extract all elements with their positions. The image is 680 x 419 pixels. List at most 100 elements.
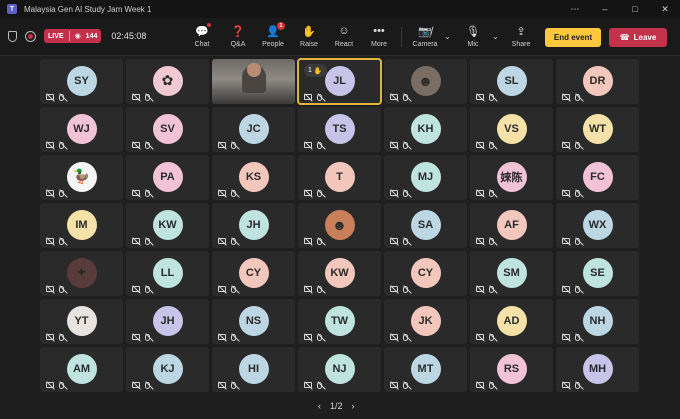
participant-tile[interactable]: KW [126, 203, 209, 248]
qa-button[interactable]: ❓ Q&A [220, 23, 256, 53]
participant-tile[interactable]: KW [298, 251, 381, 296]
participant-tile[interactable]: NJ [298, 347, 381, 392]
camera-options-chevron-icon[interactable]: ⌄ [444, 32, 451, 41]
mic-off-icon [487, 380, 498, 390]
participant-tile[interactable]: ☻ [298, 203, 381, 248]
photo-avatar-icon: ☻ [410, 65, 441, 96]
people-button[interactable]: 👤 1 People [255, 22, 291, 53]
tile-status-icons [389, 284, 412, 294]
participant-tile[interactable]: NS [212, 299, 295, 344]
participant-tile[interactable]: KH [384, 107, 467, 152]
chevron-right-icon[interactable]: › [352, 401, 355, 411]
participant-tile[interactable]: DR [556, 59, 639, 104]
maximize-button[interactable]: □ [620, 0, 650, 18]
shield-icon[interactable] [8, 30, 17, 42]
participant-tile[interactable]: YT [40, 299, 123, 344]
participant-tile[interactable]: AF [470, 203, 553, 248]
mic-off-icon [229, 236, 240, 246]
participant-tile[interactable]: SL [470, 59, 553, 104]
participant-tile[interactable]: AD [470, 299, 553, 344]
participant-tile[interactable]: NH [556, 299, 639, 344]
participant-tile[interactable]: JH [126, 299, 209, 344]
chat-button[interactable]: 💬 Chat [184, 23, 220, 53]
participant-tile[interactable]: RS [470, 347, 553, 392]
participant-tile[interactable]: WJ [40, 107, 123, 152]
camera-off-icon: 📷̸ [418, 25, 432, 38]
participant-tile[interactable]: KJ [126, 347, 209, 392]
participant-tile[interactable]: JK [384, 299, 467, 344]
participant-tile[interactable]: CY [212, 251, 295, 296]
people-badge: 1 [276, 22, 285, 30]
tile-status-icons [131, 380, 154, 390]
window-title: Malaysia Gen AI Study Jam Week 1 [24, 4, 152, 14]
more-options-icon[interactable]: ⋯ [560, 0, 590, 18]
participant-tile[interactable]: JL 1 ✋ [297, 58, 382, 105]
participant-tile[interactable]: SM [470, 251, 553, 296]
camera-off-icon [303, 285, 313, 294]
minimize-button[interactable]: – [590, 0, 620, 18]
participant-tile[interactable]: JH [212, 203, 295, 248]
participant-tile[interactable]: CY [384, 251, 467, 296]
participant-tile[interactable]: WT [556, 107, 639, 152]
participant-tile[interactable]: T [298, 155, 381, 200]
leave-button[interactable]: ☎ Leave [609, 28, 667, 47]
participant-tile[interactable]: TW [298, 299, 381, 344]
participant-tile[interactable]: ☻ [384, 59, 467, 104]
tile-status-icons [45, 380, 68, 390]
react-button[interactable]: ☺ React [326, 23, 362, 53]
participant-tile[interactable]: 🦆 [40, 155, 123, 200]
participant-tile[interactable]: SY [40, 59, 123, 104]
participant-tile[interactable]: ✦ [40, 251, 123, 296]
mic-off-icon [487, 140, 498, 150]
participant-tile[interactable]: PA [126, 155, 209, 200]
participant-tile[interactable]: MJ [384, 155, 467, 200]
participant-tile[interactable]: SV [126, 107, 209, 152]
tile-status-icons [303, 140, 326, 150]
mic-off-icon [57, 92, 68, 102]
hand-icon: ✋ [313, 67, 323, 75]
recording-icon[interactable] [25, 30, 36, 42]
participant-tile[interactable]: JC [212, 107, 295, 152]
tile-status-icons [475, 92, 498, 102]
meeting-timer: 02:45:08 [111, 31, 147, 41]
tile-status-icons [217, 236, 240, 246]
chevron-left-icon[interactable]: ‹ [318, 401, 321, 411]
participant-tile[interactable]: MH [556, 347, 639, 392]
mic-off-icon [315, 332, 326, 342]
close-button[interactable]: ✕ [650, 0, 680, 18]
participant-tile[interactable]: TS [298, 107, 381, 152]
raise-hand-button[interactable]: ✋ Raise [291, 23, 327, 53]
participant-tile[interactable]: ✿ [126, 59, 209, 104]
share-button[interactable]: ⇪ Share [503, 23, 539, 53]
raised-hand-indicator: 1 ✋ [304, 64, 327, 77]
meeting-status: LIVE ◉ 144 02:45:08 [8, 29, 146, 43]
camera-off-icon [475, 333, 485, 342]
window-controls: ⋯ – □ ✕ [560, 0, 680, 18]
live-badge[interactable]: LIVE ◉ 144 [44, 29, 102, 43]
mic-button[interactable]: 🎙 Mic [455, 23, 491, 53]
phone-hangup-icon: ☎ [619, 33, 630, 42]
camera-button[interactable]: 📷̸ Camera [407, 23, 443, 53]
participant-tile[interactable]: AM [40, 347, 123, 392]
mic-off-icon [401, 92, 412, 102]
participant-tile[interactable]: KS [212, 155, 295, 200]
participant-tile[interactable]: 婡陈 [470, 155, 553, 200]
participant-tile[interactable]: MT [384, 347, 467, 392]
participant-tile[interactable]: HI [212, 347, 295, 392]
participant-tile[interactable]: SE [556, 251, 639, 296]
end-event-button[interactable]: End event [545, 28, 601, 47]
participant-tile[interactable]: IM [40, 203, 123, 248]
more-button[interactable]: ••• More [361, 23, 397, 53]
camera-off-icon [389, 189, 399, 198]
participant-tile[interactable]: FC [556, 155, 639, 200]
flower-avatar-icon: ✿ [152, 65, 183, 96]
participant-tile[interactable]: VS [470, 107, 553, 152]
participant-tile[interactable]: WX [556, 203, 639, 248]
avatar-initials: JH [238, 209, 269, 240]
avatar-initials: MJ [410, 161, 441, 192]
participant-tile[interactable] [212, 59, 295, 104]
participant-tile[interactable]: SA [384, 203, 467, 248]
tile-status-icons [131, 140, 154, 150]
mic-options-chevron-icon[interactable]: ⌄ [492, 32, 499, 41]
participant-tile[interactable]: LL [126, 251, 209, 296]
